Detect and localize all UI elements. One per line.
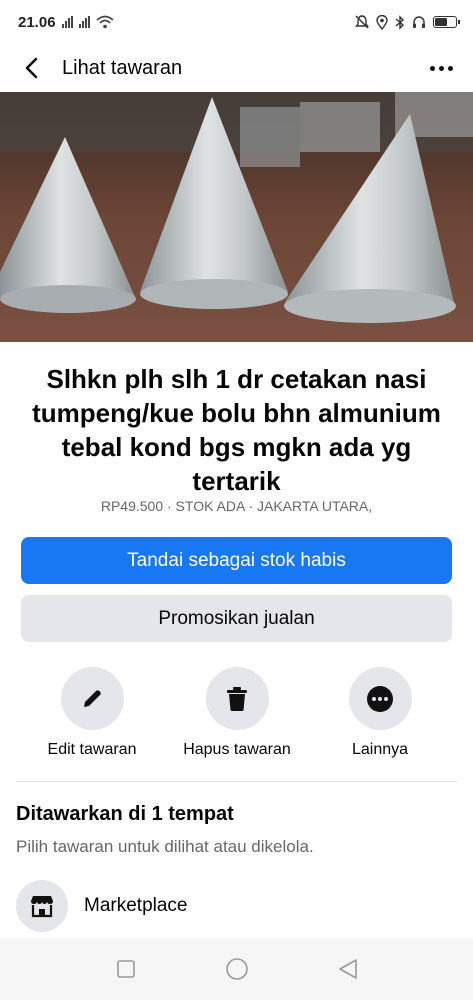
status-time: 21.06 (18, 13, 56, 31)
status-right (355, 14, 460, 30)
more-action[interactable]: Lainnya (315, 667, 445, 759)
pencil-icon[interactable] (60, 667, 124, 730)
delete-listing-label: Hapus tawaran (183, 741, 291, 758)
promote-listing-button[interactable]: Promosikan jualan (21, 595, 452, 642)
more-horizontal-icon[interactable] (423, 50, 459, 86)
back-arrow-icon[interactable] (14, 50, 50, 86)
signal-x-icon (61, 16, 73, 28)
more-circle-icon[interactable] (348, 667, 412, 730)
divider (16, 781, 457, 782)
places-section-subtitle: Pilih tawaran untuk dilihat atau dikelol… (16, 837, 314, 856)
places-section-title: Ditawarkan di 1 tempat (16, 803, 234, 825)
edit-listing-label: Edit tawaran (47, 741, 137, 758)
back-icon[interactable] (328, 949, 368, 989)
delete-listing-action[interactable]: Hapus tawaran (172, 667, 302, 759)
listing-meta: RP49.500 · STOK ADA · JAKARTA UTARA, (100, 498, 373, 514)
listing-title: Slhkn plh slh 1 dr cetakan nasi tumpeng/… (32, 364, 441, 496)
page-title: Lihat tawaran (62, 56, 183, 79)
bluetooth-icon (395, 14, 405, 30)
battery-icon (433, 16, 460, 28)
listing-photo-image (0, 92, 473, 342)
signal-x-icon (78, 16, 90, 28)
more-label: Lainnya (351, 741, 409, 758)
place-label: Marketplace (84, 895, 188, 916)
shop-icon (16, 880, 68, 932)
app-bar: Lihat tawaran (0, 44, 473, 92)
home-icon[interactable] (217, 949, 257, 989)
headset-icon (413, 16, 425, 28)
battery-fill (435, 18, 447, 26)
wifi-icon (95, 15, 114, 29)
edit-listing-action[interactable]: Edit tawaran (27, 667, 157, 759)
trash-icon[interactable] (205, 667, 269, 730)
status-left: 21.06 (18, 14, 114, 31)
status-bar: 21.06 (0, 0, 473, 44)
location-icon (376, 14, 388, 30)
recent-apps-icon[interactable] (106, 949, 146, 989)
mark-out-of-stock-button[interactable]: Tandai sebagai stok habis (21, 537, 452, 584)
listing-photo[interactable] (0, 92, 473, 342)
system-nav-bar (0, 938, 473, 1000)
mute-icon (355, 15, 369, 29)
place-item-marketplace[interactable]: Marketplace (16, 880, 457, 932)
